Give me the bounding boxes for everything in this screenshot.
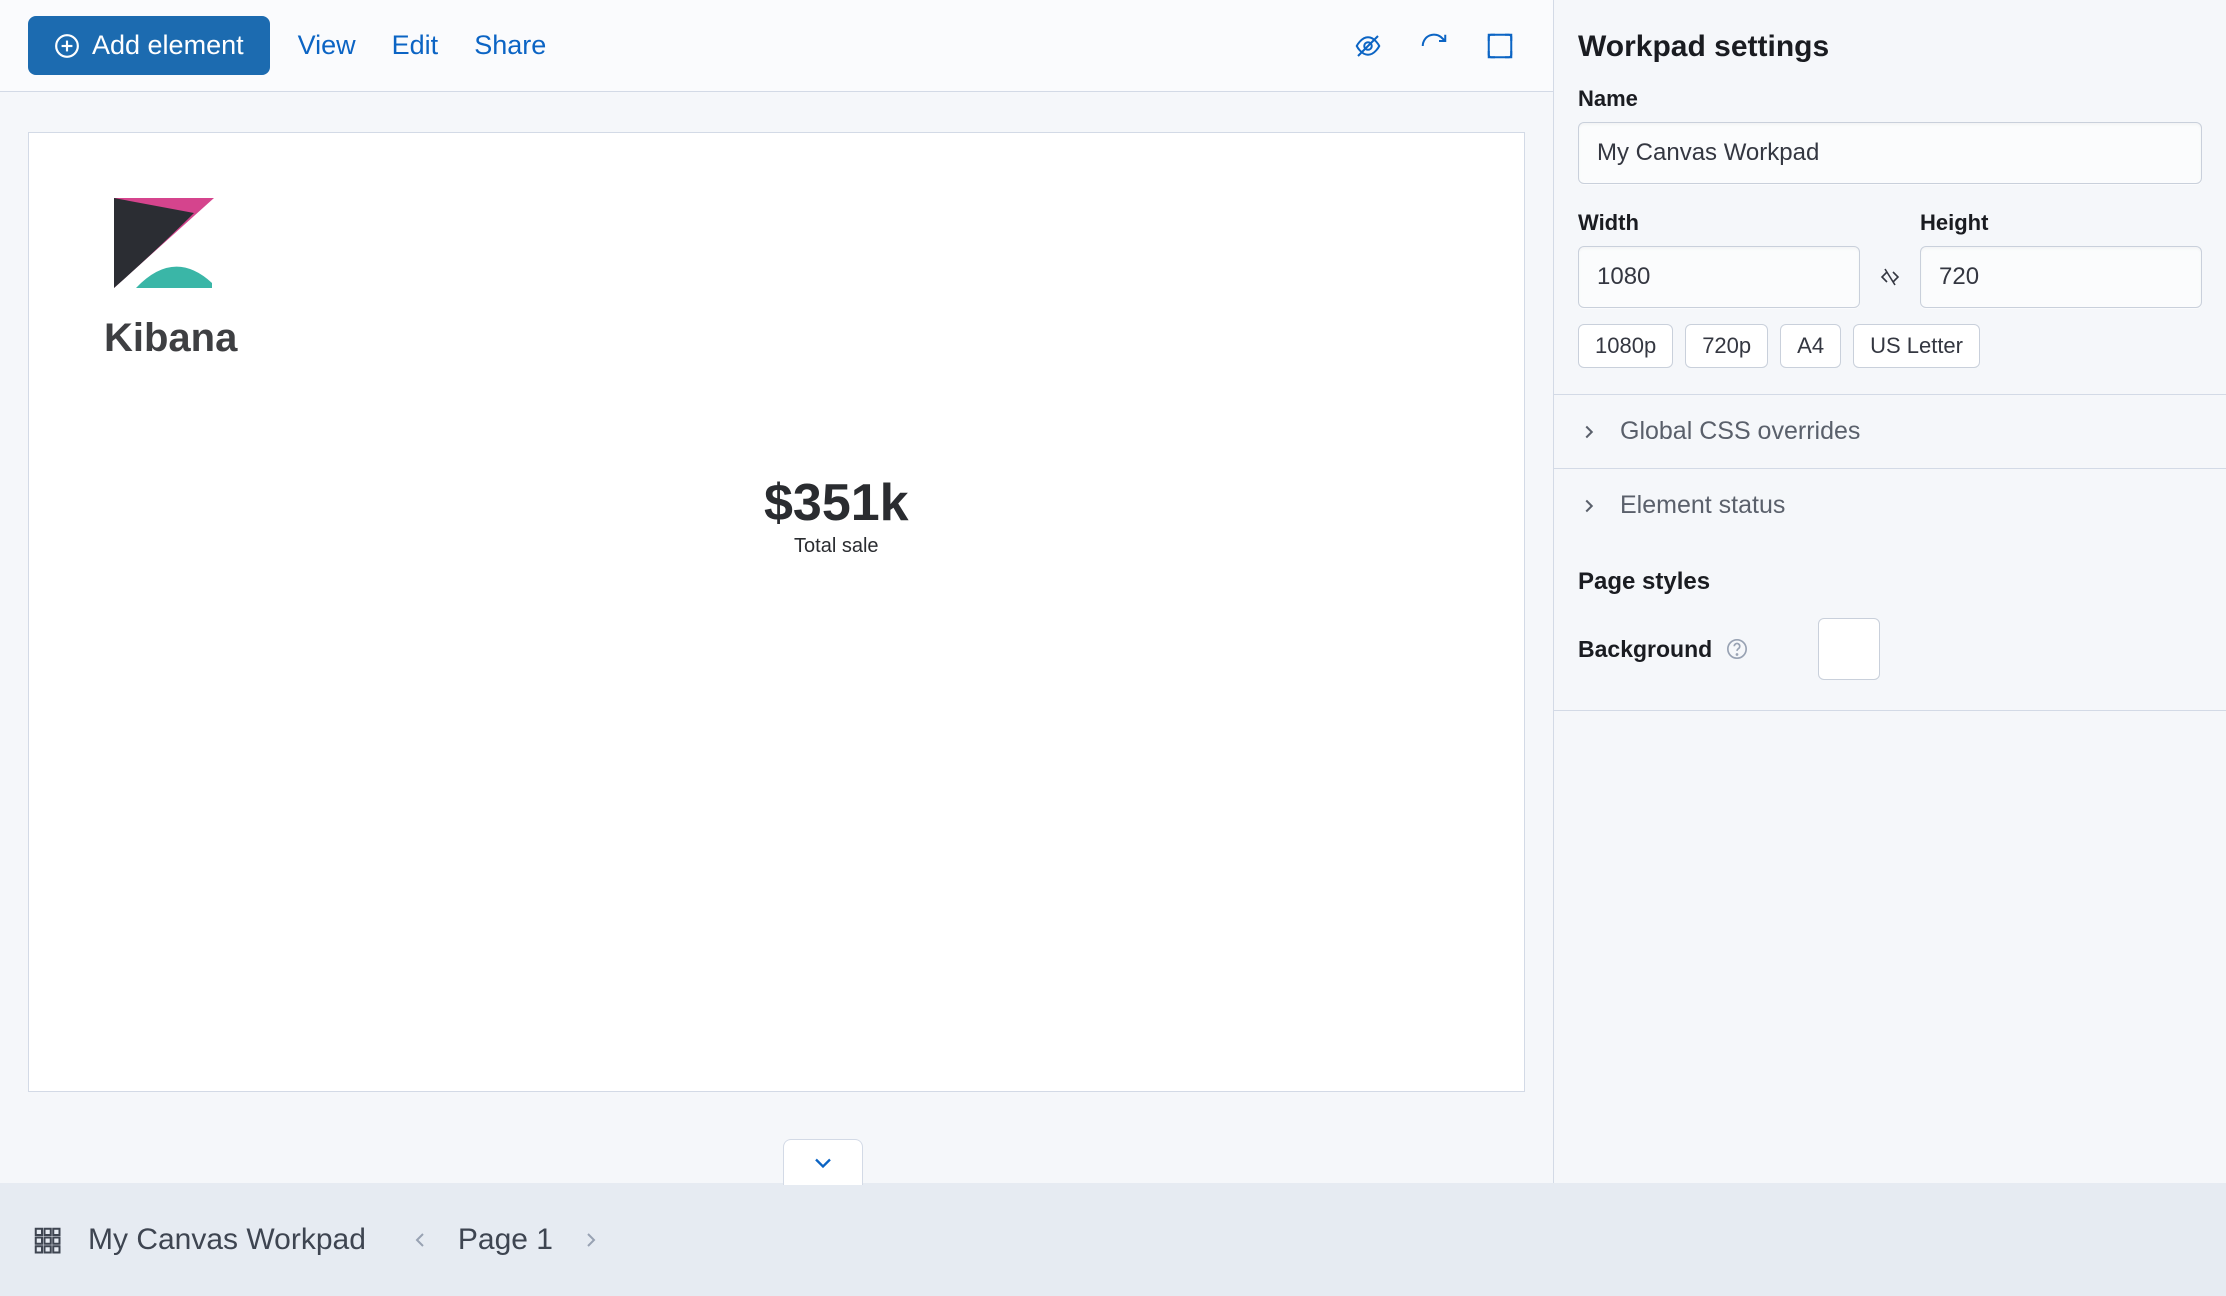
- view-link[interactable]: View: [298, 30, 356, 61]
- background-color-swatch[interactable]: [1818, 618, 1880, 680]
- chevron-right-icon: [1578, 421, 1600, 443]
- preset-1080p[interactable]: 1080p: [1578, 324, 1673, 368]
- accordion-element-status[interactable]: Element status: [1554, 468, 2226, 542]
- width-label: Width: [1578, 210, 1860, 236]
- chevron-left-icon[interactable]: [408, 1228, 432, 1252]
- preset-a4[interactable]: A4: [1780, 324, 1841, 368]
- chevron-down-icon: [809, 1149, 837, 1177]
- size-presets: 1080p 720p A4 US Letter: [1578, 324, 2202, 368]
- metric-label: Total sale: [764, 535, 909, 558]
- height-label: Height: [1920, 210, 2202, 236]
- plus-circle-icon: [54, 33, 80, 59]
- fullscreen-icon[interactable]: [1485, 31, 1515, 61]
- page-tray-toggle[interactable]: [783, 1139, 863, 1185]
- chevron-right-icon[interactable]: [579, 1228, 603, 1252]
- add-element-label: Add element: [92, 30, 244, 61]
- accordion-css-overrides[interactable]: Global CSS overrides: [1554, 394, 2226, 468]
- logo-text: Kibana: [104, 316, 237, 361]
- sidebar-title: Workpad settings: [1554, 0, 2226, 86]
- page-indicator[interactable]: Page 1: [458, 1223, 553, 1257]
- width-input[interactable]: [1578, 246, 1860, 308]
- height-input[interactable]: [1920, 246, 2202, 308]
- background-label: Background: [1578, 636, 1712, 663]
- toolbar-links: View Edit Share: [298, 30, 547, 61]
- aspect-lock-toggle[interactable]: [1872, 246, 1908, 308]
- metric-element[interactable]: $351k Total sale: [764, 473, 909, 558]
- canvas-area: Kibana $351k Total sale: [0, 92, 1553, 1183]
- settings-sidebar: Workpad settings Name Width Height: [1553, 0, 2226, 1183]
- logo-element[interactable]: Kibana: [104, 193, 237, 361]
- preset-us-letter[interactable]: US Letter: [1853, 324, 1980, 368]
- footer-workpad-name[interactable]: My Canvas Workpad: [88, 1223, 366, 1257]
- accordion-label: Global CSS overrides: [1620, 417, 1860, 446]
- grid-icon[interactable]: [32, 1225, 62, 1255]
- share-link[interactable]: Share: [474, 30, 546, 61]
- preset-720p[interactable]: 720p: [1685, 324, 1768, 368]
- page-pager: Page 1: [408, 1223, 603, 1257]
- name-label: Name: [1578, 86, 2202, 112]
- accordion-label: Element status: [1620, 491, 1785, 520]
- chevron-right-icon: [1578, 495, 1600, 517]
- eye-off-icon[interactable]: [1353, 31, 1383, 61]
- footer-bar: My Canvas Workpad Page 1: [0, 1183, 2226, 1296]
- workpad-page[interactable]: Kibana $351k Total sale: [28, 132, 1525, 1092]
- kibana-logo-icon: [104, 193, 224, 293]
- edit-link[interactable]: Edit: [392, 30, 439, 61]
- help-icon[interactable]: [1726, 638, 1748, 660]
- link-broken-icon: [1878, 265, 1902, 289]
- add-element-button[interactable]: Add element: [28, 16, 270, 75]
- toolbar-icons: [1353, 31, 1525, 61]
- metric-value: $351k: [764, 473, 909, 533]
- toolbar: Add element View Edit Share: [0, 0, 1553, 92]
- workpad-name-input[interactable]: [1578, 122, 2202, 184]
- page-styles-title: Page styles: [1554, 542, 2226, 618]
- refresh-icon[interactable]: [1419, 31, 1449, 61]
